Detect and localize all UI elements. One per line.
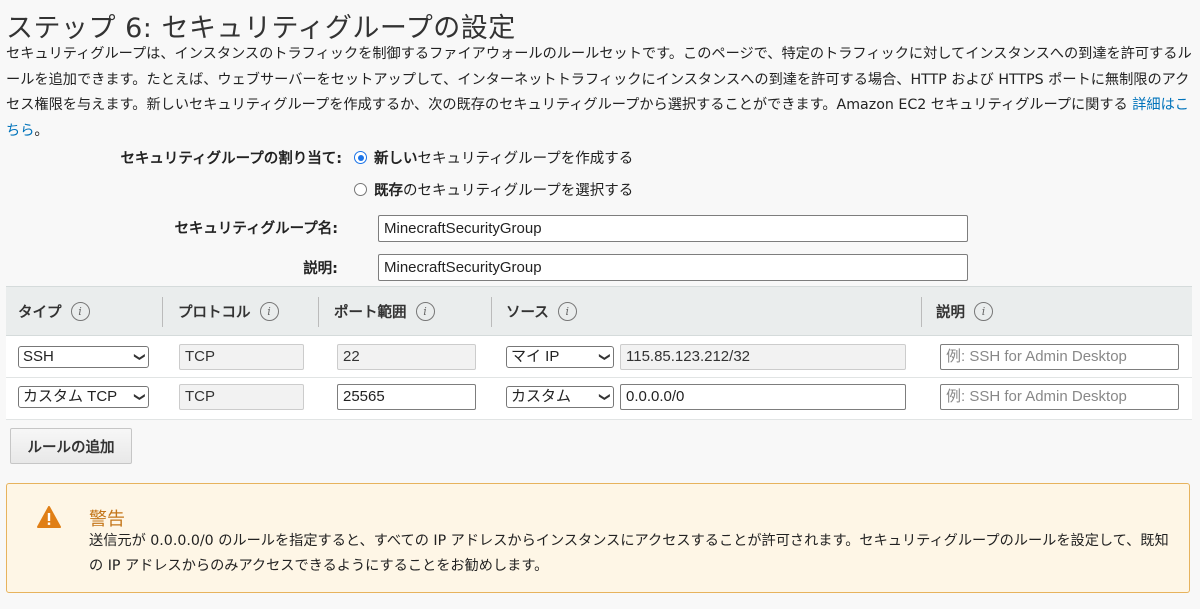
source-type-select[interactable]: マイ IP ❯ (506, 346, 614, 368)
group-name-label: セキュリティグループ名: (174, 221, 338, 237)
source-type-value: カスタム (511, 388, 572, 405)
chevron-down-icon: ❯ (133, 352, 146, 362)
warning-title: 警告 (89, 509, 125, 530)
header-port-label: ポート範囲 (334, 305, 407, 321)
chevron-down-icon: ❯ (133, 392, 146, 402)
group-desc-input[interactable]: MinecraftSecurityGroup (378, 254, 968, 281)
warning-triangle-icon (37, 506, 61, 528)
radio-bold: 新しい (374, 151, 418, 167)
description-end: 。 (34, 122, 49, 139)
header-type: タイプ i (18, 301, 90, 322)
table-row: SSH ❯ TCP 22 マイ IP ❯ 115.85.123.212/32 例: … (6, 336, 1192, 378)
group-name-input[interactable]: MinecraftSecurityGroup (378, 215, 968, 242)
type-select[interactable]: カスタム TCP ❯ (18, 386, 149, 408)
radio-button[interactable] (354, 151, 367, 164)
rules-table-header: タイプ i プロトコル i ポート範囲 i ソース i 説明 i (6, 286, 1192, 336)
header-description: 説明 i (936, 301, 993, 322)
header-source-label: ソース (506, 305, 549, 321)
header-protocol: プロトコル i (178, 301, 279, 322)
source-type-value: マイ IP (511, 348, 560, 365)
column-divider (921, 297, 922, 327)
info-icon[interactable]: i (557, 302, 577, 321)
header-port-range: ポート範囲 i (334, 301, 435, 322)
add-rule-button[interactable]: ルールの追加 (10, 428, 132, 464)
assignment-label: セキュリティグループの割り当て: (120, 151, 342, 167)
protocol-field: TCP (179, 384, 304, 410)
column-divider (491, 297, 492, 327)
rule-description-input[interactable]: 例: SSH for Admin Desktop (940, 344, 1179, 370)
radio-create-new[interactable]: 新しい セキュリティグループを作成する (354, 147, 633, 168)
radio-button[interactable] (354, 183, 367, 196)
type-select[interactable]: SSH ❯ (18, 346, 149, 368)
info-icon[interactable]: i (259, 302, 279, 321)
page-description: セキュリティグループは、インスタンスのトラフィックを制御するファイアウォールのル… (6, 42, 1196, 144)
info-icon[interactable]: i (70, 302, 90, 321)
radio-bold: 既存 (374, 183, 403, 199)
radio-select-existing[interactable]: 既存 のセキュリティグループを選択する (354, 179, 633, 200)
type-value: カスタム TCP (23, 388, 118, 405)
info-icon[interactable]: i (974, 302, 993, 321)
chevron-down-icon: ❯ (598, 352, 611, 362)
warning-alert: 警告 送信元が 0.0.0.0/0 のルールを指定すると、すべての IP アドレ… (6, 483, 1190, 593)
type-value: SSH (23, 348, 54, 365)
protocol-field: TCP (179, 344, 304, 370)
table-row: カスタム TCP ❯ TCP 25565 カスタム ❯ 0.0.0.0/0 例: S… (6, 378, 1192, 420)
description-text: セキュリティグループは、インスタンスのトラフィックを制御するファイアウォールのル… (6, 46, 1192, 113)
header-protocol-label: プロトコル (178, 305, 251, 321)
source-input[interactable]: 0.0.0.0/0 (620, 384, 906, 410)
chevron-down-icon: ❯ (598, 392, 611, 402)
header-source: ソース i (506, 301, 577, 322)
column-divider (162, 297, 163, 327)
header-type-label: タイプ (18, 305, 62, 321)
group-desc-label: 説明: (303, 261, 338, 277)
port-input[interactable]: 25565 (337, 384, 476, 410)
rule-description-input[interactable]: 例: SSH for Admin Desktop (940, 384, 1179, 410)
port-field: 22 (337, 344, 476, 370)
radio-label: セキュリティグループを作成する (417, 151, 634, 167)
page-title: ステップ 6: セキュリティグループの設定 (6, 13, 516, 44)
header-desc-label: 説明 (936, 305, 965, 321)
source-type-select[interactable]: カスタム ❯ (506, 386, 614, 408)
source-field[interactable]: 115.85.123.212/32 (620, 344, 906, 370)
warning-body: 送信元が 0.0.0.0/0 のルールを指定すると、すべての IP アドレスから… (89, 533, 1169, 574)
radio-label: のセキュリティグループを選択する (403, 183, 634, 199)
column-divider (318, 297, 319, 327)
info-icon[interactable]: i (415, 302, 435, 321)
